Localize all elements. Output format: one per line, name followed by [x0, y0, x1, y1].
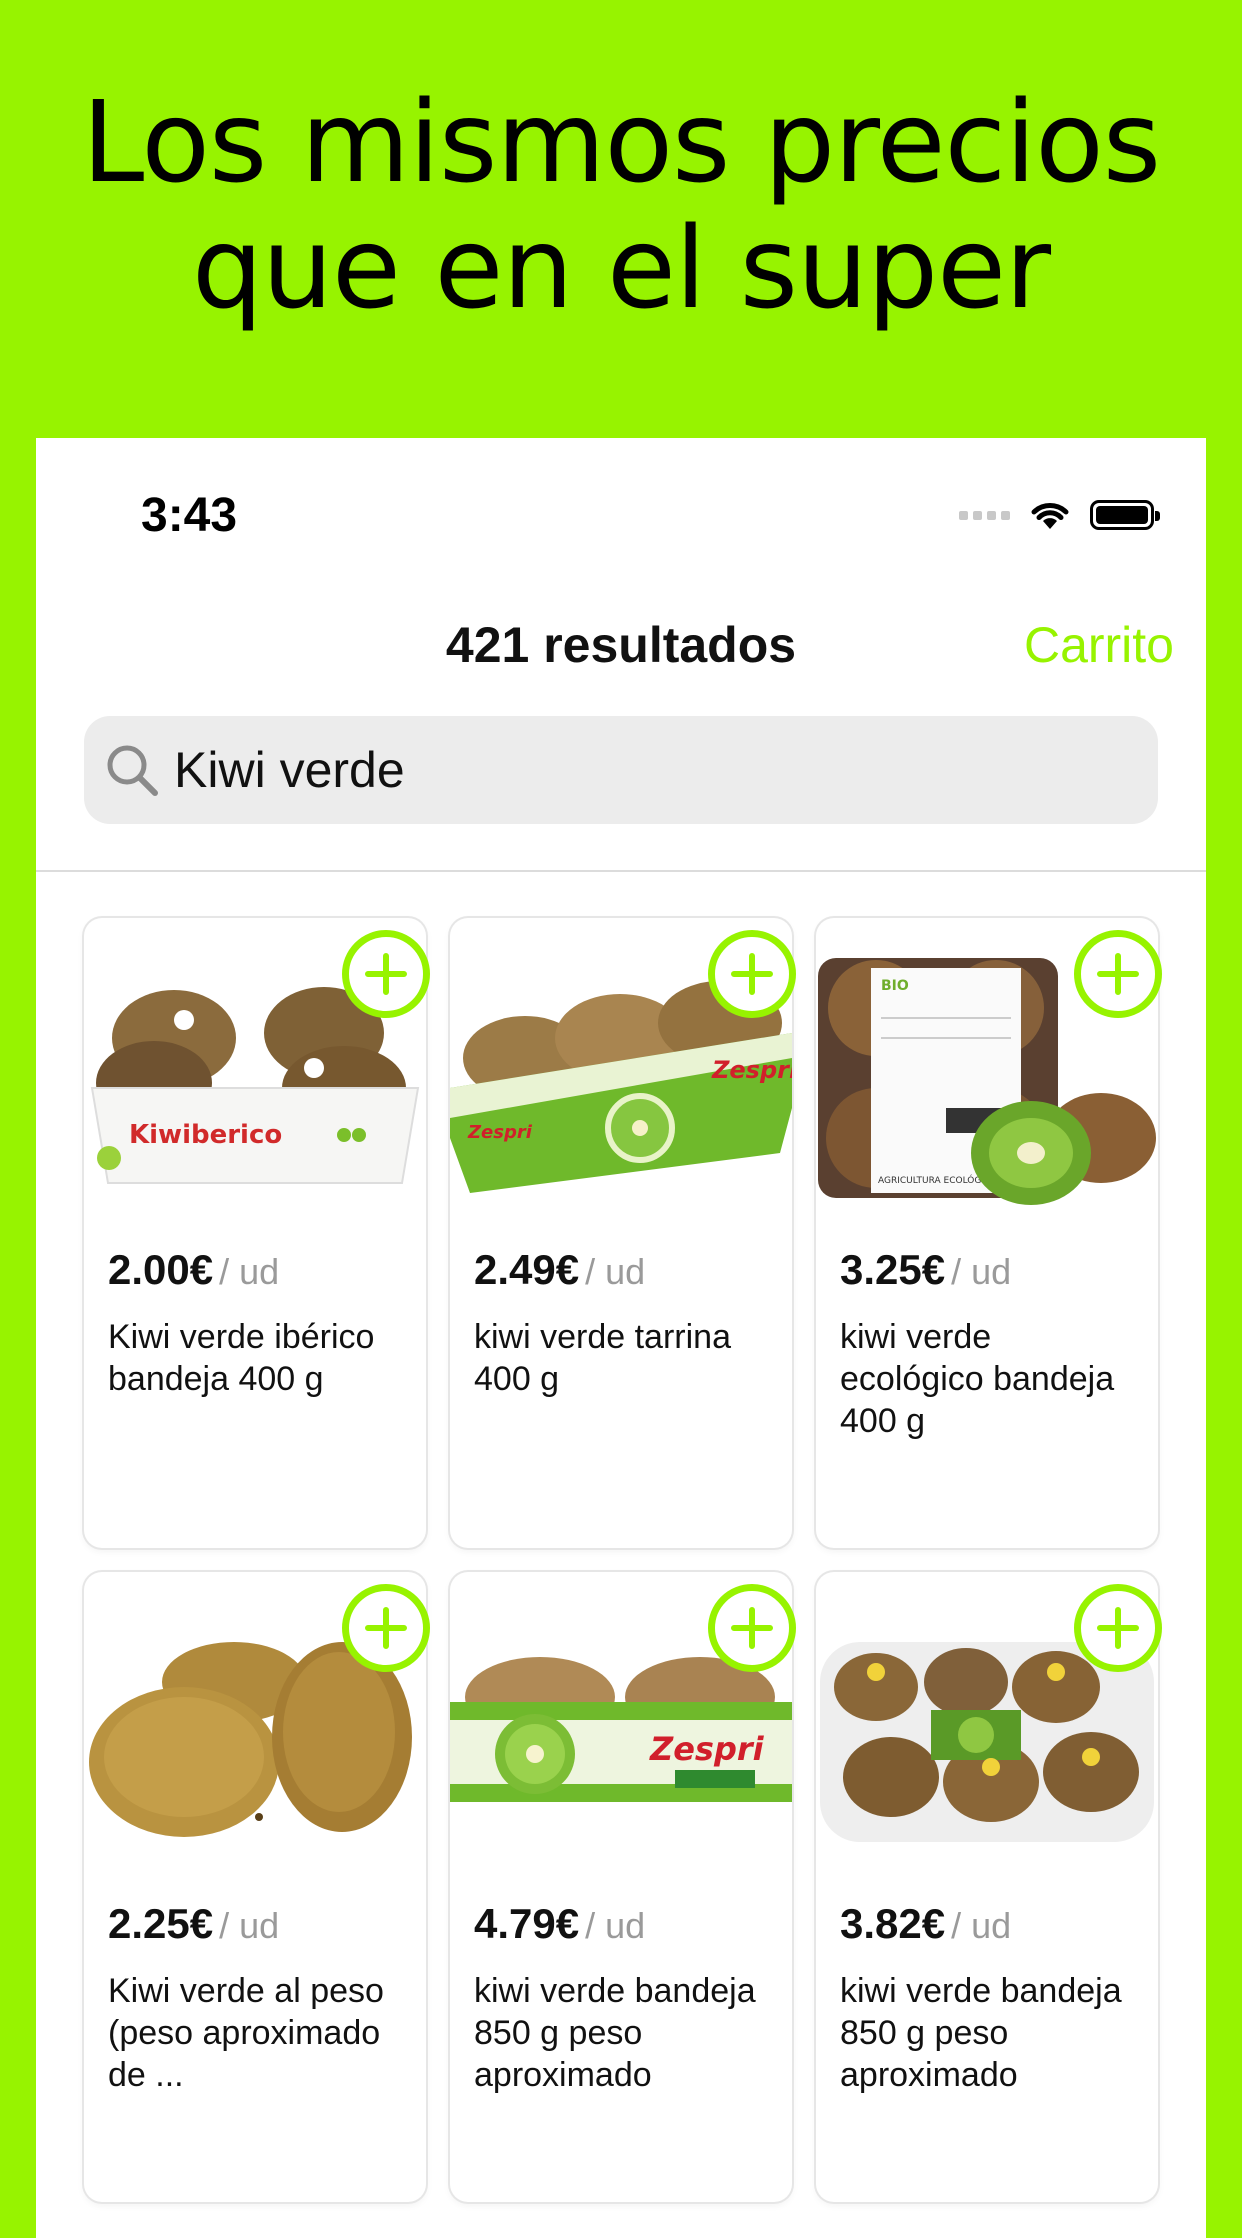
battery-icon: [1090, 500, 1160, 530]
product-price: 2.49€ / ud: [474, 1246, 646, 1293]
phone-screen: 3:43 421 resultados Carrito Kiwi verde K…: [36, 438, 1206, 2238]
add-to-cart-button[interactable]: [708, 930, 796, 1018]
plus-icon: [365, 953, 407, 995]
product-price: 3.82€ / ud: [840, 1900, 1012, 1947]
cart-button[interactable]: Carrito: [1024, 616, 1174, 674]
headline-line-1: Los mismos precios: [81, 78, 1161, 208]
add-to-cart-button[interactable]: [342, 930, 430, 1018]
status-icons: [959, 498, 1160, 532]
search-input-value[interactable]: Kiwi verde: [174, 741, 405, 799]
product-name: kiwi verde tarrina 400 g: [474, 1318, 731, 1398]
wifi-icon: [1031, 503, 1069, 529]
product-name: kiwi verde ecológico bandeja 400 g: [840, 1318, 1115, 1440]
product-card[interactable]: Kiwiberico 2.00€ / ud Kiwi verde ibérico …: [84, 918, 430, 1548]
svg-text:Kiwiberico: Kiwiberico: [129, 1120, 282, 1150]
product-grid: Kiwiberico 2.00€ / ud Kiwi verde ibérico …: [84, 918, 1194, 2202]
product-price: 2.25€ / ud: [108, 1900, 280, 1947]
svg-text:BIO: BIO: [881, 978, 909, 994]
header-divider: [36, 870, 1206, 872]
svg-text:Zespri: Zespri: [649, 1730, 765, 1768]
product-price: 4.79€ / ud: [474, 1900, 646, 1947]
plus-icon: [1097, 1607, 1139, 1649]
search-input[interactable]: Kiwi verde: [84, 716, 1158, 824]
product-card[interactable]: Zespri 4.79€ / ud kiwi verde bandeja 850 …: [450, 1572, 796, 2202]
plus-icon: [365, 1607, 407, 1649]
product-name: kiwi verde bandeja 850 g peso aproximado: [840, 1972, 1122, 2094]
add-to-cart-button[interactable]: [708, 1584, 796, 1672]
signal-icon: [959, 510, 1010, 520]
promo-headline: Los mismos precios que en el super: [0, 80, 1242, 332]
search-icon: [100, 738, 164, 802]
plus-icon: [731, 1607, 773, 1649]
product-card[interactable]: 3.82€ / ud kiwi verde bandeja 850 g peso …: [816, 1572, 1162, 2202]
product-price: 3.25€ / ud: [840, 1246, 1012, 1293]
headline-line-2: que en el super: [191, 204, 1051, 334]
product-name: Kiwi verde ibérico bandeja 400 g: [108, 1318, 375, 1398]
add-to-cart-button[interactable]: [1074, 1584, 1162, 1672]
product-card[interactable]: 2.25€ / ud Kiwi verde al peso (peso aprox…: [84, 1572, 430, 2202]
product-card[interactable]: Zespri Zespri 2.49€ / ud kiwi verde tarri…: [450, 918, 796, 1548]
plus-icon: [1097, 953, 1139, 995]
add-to-cart-button[interactable]: [1074, 930, 1162, 1018]
add-to-cart-button[interactable]: [342, 1584, 430, 1672]
product-name: kiwi verde bandeja 850 g peso aproximado: [474, 1972, 756, 2094]
product-card[interactable]: BIO AGRICULTURA ECOLÓGICA 3.25€ / ud kiwi…: [816, 918, 1162, 1548]
product-name: Kiwi verde al peso (peso aproximado de .…: [108, 1972, 384, 2094]
svg-text:Zespri: Zespri: [467, 1122, 533, 1143]
plus-icon: [731, 953, 773, 995]
product-price: 2.00€ / ud: [108, 1246, 280, 1293]
status-time: 3:43: [141, 489, 238, 542]
svg-text:Zespri: Zespri: [711, 1056, 792, 1084]
